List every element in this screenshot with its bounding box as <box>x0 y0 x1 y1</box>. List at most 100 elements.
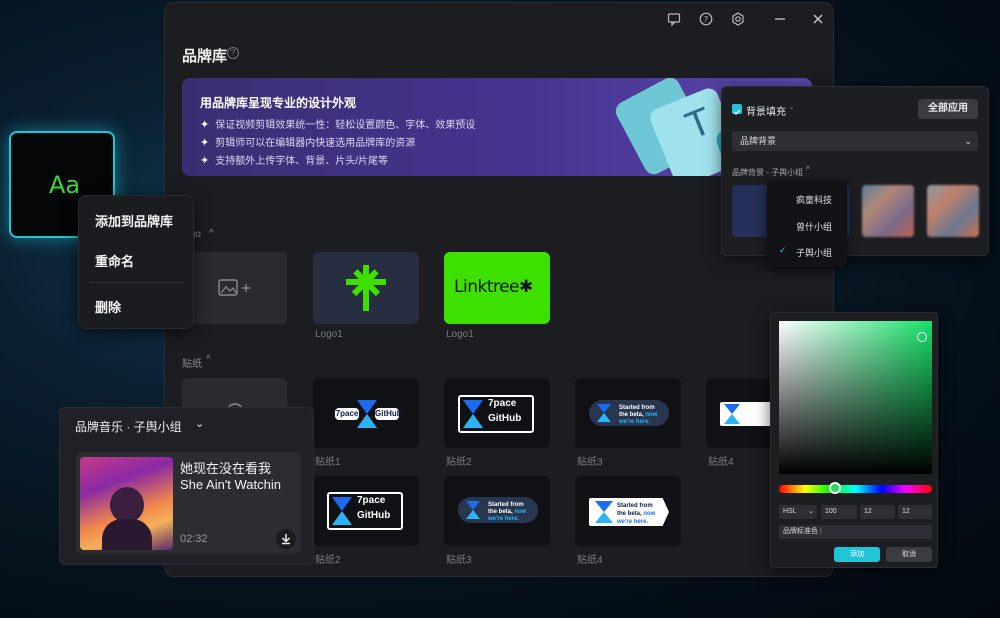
hourglass-icon <box>466 501 480 519</box>
checkbox-label: 背景填充 <box>746 107 786 118</box>
sticker-text: GitHub <box>357 510 391 521</box>
hourglass-icon <box>595 501 613 523</box>
color-handle[interactable] <box>917 332 927 342</box>
sticker-tile[interactable]: 7pace GitHub <box>313 476 419 546</box>
saturation-value-field[interactable]: 12 <box>860 505 895 519</box>
color-name-field[interactable]: 品牌标准色 | <box>779 525 932 539</box>
svg-text:?: ? <box>704 15 708 24</box>
add-logo-tile[interactable] <box>182 252 287 324</box>
sticker-chip: GitHub <box>375 408 402 420</box>
chevron-up-icon[interactable]: ^ <box>209 228 214 239</box>
sticker-caption: 贴纸4 <box>708 457 734 468</box>
menu-item-add-to-library[interactable]: 添加到品牌库 <box>95 211 173 230</box>
check-icon: ✓ <box>779 245 787 255</box>
logo-tile[interactable] <box>313 252 419 324</box>
hue-value-field[interactable]: 100 <box>821 505 857 519</box>
menu-divider <box>89 282 185 283</box>
asterisk-logo-icon <box>346 265 386 311</box>
add-color-button[interactable]: 添加 <box>834 547 880 562</box>
sticker-tile[interactable]: 7pace GitHub <box>444 378 550 448</box>
sticker-tile[interactable]: Started from the beta, now we're here. <box>575 476 681 546</box>
add-image-icon <box>218 279 250 296</box>
hourglass-icon <box>332 497 352 525</box>
background-select[interactable]: 品牌背景 ⌄ <box>732 131 978 151</box>
chevron-down-icon: ⌄ <box>808 508 814 515</box>
hue-handle[interactable] <box>829 482 841 494</box>
gear-icon[interactable] <box>729 12 747 30</box>
menu-item-delete[interactable]: 删除 <box>95 297 121 316</box>
logo-caption: Logo1 <box>446 329 474 340</box>
background-swatch[interactable] <box>862 185 914 237</box>
hourglass-icon <box>463 400 483 428</box>
sticker-text: 7pace <box>488 398 517 409</box>
logo-caption: Logo1 <box>315 329 343 340</box>
sticker-text: Started from the beta, now we're here. <box>617 503 656 525</box>
sticker-caption: 贴纸3 <box>446 555 472 566</box>
sticker-caption: 贴纸3 <box>577 457 603 468</box>
title-help-icon[interactable]: ? <box>227 47 239 59</box>
chevron-down-icon[interactable]: ⌄ <box>195 417 204 430</box>
close-icon[interactable] <box>809 12 827 30</box>
banner-line: ✦ 支持额外上传字体、背景、片头/片尾等 <box>200 155 388 167</box>
group-dropdown: 疯童科技 曾什小组 ✓ 子舆小组 <box>767 181 847 267</box>
song-title-en: She Ain't Watchin <box>180 477 281 492</box>
menu-item-rename[interactable]: 重命名 <box>95 251 134 270</box>
sticker-tile[interactable]: 7pace GitHub <box>313 378 419 448</box>
song-title-cn: 她现在没在看我 <box>180 461 272 476</box>
context-menu: 添加到品牌库 重命名 删除 <box>78 195 194 329</box>
logo-tile[interactable]: Linktree✱ <box>444 252 550 324</box>
chevron-down-icon: ⌄ <box>964 136 972 146</box>
sticker-caption: 贴纸4 <box>577 555 603 566</box>
help-icon[interactable]: ? <box>697 12 715 30</box>
sticker-tile[interactable]: Started from the beta, now we're here. <box>575 378 681 448</box>
sticker-section-label: 贴纸 <box>182 359 202 370</box>
checkbox-checked[interactable] <box>732 104 742 115</box>
cover-figure <box>102 519 152 550</box>
sparkle-icon: ✦ <box>200 137 210 149</box>
album-cover <box>80 457 173 550</box>
banner-headline: 用品牌库呈现专业的设计外观 <box>200 96 357 110</box>
sticker-text: GitHub <box>488 413 522 424</box>
hue-slider[interactable] <box>779 482 932 494</box>
sticker-caption: 贴纸1 <box>315 457 341 468</box>
sticker-tile[interactable]: Started from the beta, now we're here. <box>444 476 550 546</box>
chevron-up-icon[interactable]: ^ <box>806 165 810 174</box>
font-preview-text: Aa <box>49 171 81 199</box>
music-item[interactable]: 她现在没在看我 She Ain't Watchin 02:32 <box>76 452 301 554</box>
apply-all-button[interactable]: 全部应用 <box>918 99 978 119</box>
intro-banner: 用品牌库呈现专业的设计外观 ✦ 保证视频剪辑效果统一性：轻松设置颜色、字体、效果预… <box>182 78 812 176</box>
banner-line: ✦ 保证视频剪辑效果统一性：轻松设置颜色、字体、效果预设 <box>200 119 476 131</box>
color-picker: HSL ⌄ 100 12 12 品牌标准色 | 添加 取消 <box>770 312 938 568</box>
brand-music-card: 品牌音乐 · 子舆小组 ⌄ 她现在没在看我 She Ain't Watchin … <box>59 407 314 565</box>
check-icon <box>733 109 741 115</box>
sparkle-icon: ✦ <box>200 155 210 167</box>
cover-figure <box>110 487 144 523</box>
dropdown-option-selected[interactable]: 子舆小组 <box>796 246 832 259</box>
cancel-button[interactable]: 取消 <box>886 547 932 562</box>
sub-group-label: 品牌背景 - 子舆小组 <box>732 168 804 177</box>
sticker-caption: 贴纸2 <box>446 457 472 468</box>
sticker-text: 7pace <box>357 495 386 506</box>
feedback-icon[interactable] <box>665 12 683 30</box>
banner-line: ✦ 剪辑师可以在编辑器内快速选用品牌库的资源 <box>200 137 416 149</box>
background-fill-panel: 背景填充 ⌄ 全部应用 品牌背景 ⌄ 品牌背景 - 子舆小组 ^ <box>721 86 989 256</box>
background-swatch[interactable] <box>927 185 979 237</box>
sticker-caption: 贴纸2 <box>315 555 341 566</box>
page-title: 品牌库 <box>182 48 228 65</box>
chevron-up-icon[interactable]: ^ <box>206 354 211 365</box>
hourglass-icon <box>724 404 740 424</box>
linktree-wordmark: Linktree✱ <box>454 277 533 297</box>
minimize-icon[interactable] <box>771 12 789 30</box>
download-icon <box>281 534 291 545</box>
download-button[interactable] <box>276 529 296 549</box>
lightness-value-field[interactable]: 12 <box>898 505 932 519</box>
sparkle-icon: ✦ <box>200 119 210 131</box>
chevron-down-icon[interactable]: ⌄ <box>788 102 795 111</box>
saturation-area[interactable] <box>779 321 932 474</box>
song-duration: 02:32 <box>180 533 208 545</box>
color-mode-select[interactable]: HSL ⌄ <box>779 505 817 519</box>
dropdown-option[interactable]: 疯童科技 <box>796 193 832 206</box>
dropdown-option[interactable]: 曾什小组 <box>796 220 832 233</box>
hourglass-icon <box>597 404 611 422</box>
music-header: 品牌音乐 · 子舆小组 <box>75 420 182 434</box>
